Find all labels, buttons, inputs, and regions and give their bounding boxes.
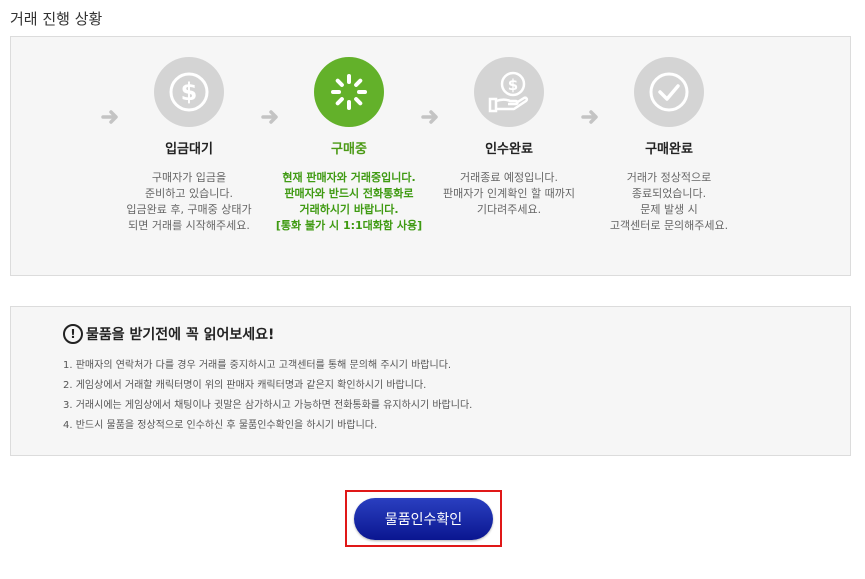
- step-title: 인수완료: [485, 142, 533, 157]
- notice-item: 4. 반드시 물품을 정상적으로 인수하신 후 물품인수확인을 하시기 바랍니다…: [63, 420, 378, 431]
- exclamation-icon: !: [63, 324, 83, 344]
- notice-panel: ! 물품을 받기전에 꼭 읽어보세요! 1. 판매자의 연락처가 다를 경우 거…: [10, 306, 851, 456]
- step-description: 현재 판매자와 거래중입니다. 판매자와 반드시 전화통화로 거래하시기 바랍니…: [275, 171, 423, 232]
- step-circle: $: [474, 57, 544, 127]
- step-handover-complete: $ 인수완료 거래종료 예정입니다. 판매자가 인계확인 할 때까지 기다려주세…: [419, 57, 599, 218]
- hand-coin-icon: $: [488, 71, 529, 113]
- confirm-button-highlight: 물품인수확인: [345, 490, 502, 547]
- step-deposit-waiting: $ 입금대기 구매자가 입금을 준비하고 있습니다. 입금완료 후, 구매중 상…: [99, 57, 279, 234]
- svg-text:$: $: [181, 78, 198, 106]
- step-title: 구매중: [331, 142, 367, 157]
- step-circle: [314, 57, 384, 127]
- step-title: 입금대기: [165, 142, 213, 157]
- notice-list: 1. 판매자의 연락처가 다를 경우 거래를 중지하시고 고객센터를 통해 문의…: [63, 359, 472, 439]
- notice-item: 2. 게임상에서 거래할 캐릭터명이 위의 판매자 캐릭터명과 같은지 확인하시…: [63, 380, 427, 391]
- step-description: 거래종료 예정입니다. 판매자가 인계확인 할 때까지 기다려주세요.: [443, 171, 575, 216]
- dollar-icon: $: [169, 72, 209, 112]
- step-purchase-complete: 구매완료 거래가 정상적으로 종료되었습니다. 문제 발생 시 고객센터로 문의…: [579, 57, 759, 234]
- notice-title-text: 물품을 받기전에 꼭 읽어보세요!: [86, 327, 275, 343]
- step-circle: [634, 57, 704, 127]
- check-icon: [649, 72, 689, 112]
- section-title: 거래 진행 상황: [10, 10, 103, 28]
- step-circle: $: [154, 57, 224, 127]
- step-title: 구매완료: [645, 142, 693, 157]
- step-description: 구매자가 입금을 준비하고 있습니다. 입금완료 후, 구매중 상태가 되면 거…: [126, 171, 252, 232]
- notice-item: 3. 거래시에는 게임상에서 채팅이나 귓말은 삼가하시고 가능하면 전화통화를…: [63, 400, 473, 411]
- progress-panel: $ 입금대기 구매자가 입금을 준비하고 있습니다. 입금완료 후, 구매중 상…: [10, 36, 851, 276]
- notice-title: ! 물품을 받기전에 꼭 읽어보세요!: [63, 324, 274, 344]
- notice-item: 1. 판매자의 연락처가 다를 경우 거래를 중지하시고 고객센터를 통해 문의…: [63, 360, 452, 371]
- confirm-receipt-button[interactable]: 물품인수확인: [354, 497, 493, 540]
- step-purchasing: 구매중 현재 판매자와 거래중입니다. 판매자와 반드시 전화통화로 거래하시기…: [259, 57, 439, 234]
- step-description: 거래가 정상적으로 종료되었습니다. 문제 발생 시 고객센터로 문의해주세요.: [609, 171, 729, 232]
- svg-text:$: $: [508, 76, 518, 94]
- loading-icon: [331, 74, 367, 110]
